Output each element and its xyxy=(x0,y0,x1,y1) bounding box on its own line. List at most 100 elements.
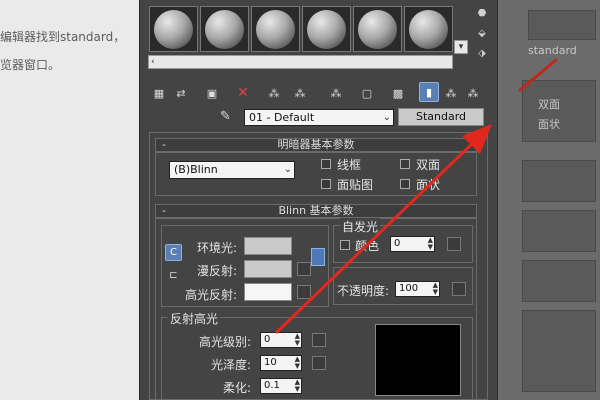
shader-params-rollout-header[interactable]: - 明暗器基本参数 xyxy=(155,138,477,152)
diffuse-map-button[interactable] xyxy=(297,262,311,276)
specular-highlights-title: 反射高光 xyxy=(168,310,221,327)
delete-icon[interactable]: ✕ xyxy=(233,83,253,103)
sample-sphere xyxy=(205,10,244,49)
glossiness-value: 10 xyxy=(264,357,277,368)
background-panel xyxy=(522,310,596,392)
scroll-down-arrow[interactable]: ▾ xyxy=(454,40,468,54)
two-sided-checkbox[interactable] xyxy=(400,159,410,169)
soften-value: 0.1 xyxy=(264,380,280,391)
background-label: 双面 xyxy=(538,98,560,111)
rollout-title: 明暗器基本参数 xyxy=(277,138,355,151)
faceted-checkbox[interactable] xyxy=(400,179,410,189)
spec-level-value: 0 xyxy=(264,334,271,345)
soften-label: 柔化: xyxy=(223,381,252,395)
put-to-scene-icon[interactable]: ⇄ xyxy=(171,83,191,103)
face-map-checkbox[interactable] xyxy=(321,179,331,189)
opacity-label: 不透明度: xyxy=(337,284,390,298)
sample-sphere xyxy=(307,10,346,49)
background-label: 面状 xyxy=(538,118,560,131)
material-type-button[interactable]: Standard xyxy=(398,108,484,126)
face-map-label: 面贴图 xyxy=(337,178,374,192)
get-material-icon[interactable]: ▦ xyxy=(149,83,169,103)
backlight-icon[interactable]: ⬙ xyxy=(474,28,490,42)
background-panel xyxy=(522,160,596,202)
self-illum-spinner[interactable]: 0 ▲ ▼ xyxy=(390,236,435,252)
link-diffuse-specular-icon[interactable]: ⊏ xyxy=(165,267,182,284)
two-sided-label: 双面 xyxy=(416,158,441,172)
ambient-label: 环境光: xyxy=(197,241,238,255)
background-text-line: 编辑器找到standard， xyxy=(0,30,126,44)
assign-icon[interactable]: ▣ xyxy=(202,83,222,103)
background-icon[interactable]: ▩ xyxy=(388,83,408,103)
self-illum-color-checkbox[interactable] xyxy=(340,240,350,250)
pick-icon[interactable]: ⁂ xyxy=(326,83,346,103)
background-label: standard xyxy=(528,44,577,57)
sample-slot[interactable] xyxy=(404,6,453,52)
background-pattern-icon[interactable]: ⬗ xyxy=(474,48,490,62)
self-illumination-title: 自发光 xyxy=(340,218,381,235)
faceted-label: 面状 xyxy=(416,178,441,192)
highlight-curve-preview xyxy=(375,324,461,396)
specular-map-button[interactable] xyxy=(297,285,311,299)
sample-sphere xyxy=(409,10,448,49)
copy-icon[interactable]: ⁂ xyxy=(264,83,284,103)
spinner-arrows-icon[interactable]: ▲ ▼ xyxy=(433,282,438,296)
go-sibling-icon[interactable]: ⁂ xyxy=(463,83,483,103)
background-editor: standard 双面 面状 xyxy=(498,0,600,400)
spinner-arrows-icon[interactable]: ▲ ▼ xyxy=(295,379,300,393)
opacity-map-button[interactable] xyxy=(452,282,466,296)
sample-sphere xyxy=(358,10,397,49)
spinner-arrows-icon[interactable]: ▲ ▼ xyxy=(295,356,300,370)
chevron-left-icon[interactable]: ‹ xyxy=(151,56,155,68)
shader-type-value: (B)Blinn xyxy=(174,163,218,176)
opacity-spinner[interactable]: 100 ▲ ▼ xyxy=(395,281,440,297)
wire-label: 线框 xyxy=(337,158,362,172)
glossiness-map-button[interactable] xyxy=(312,356,326,370)
background-panel xyxy=(528,10,596,40)
diffuse-color-swatch[interactable] xyxy=(244,260,292,278)
diffuse-label: 漫反射: xyxy=(197,264,238,278)
sample-slot[interactable] xyxy=(302,6,351,52)
link-ambient-diffuse-icon[interactable]: C xyxy=(165,244,182,261)
soften-spinner[interactable]: 0.1 ▲ ▼ xyxy=(260,378,302,394)
color-label: 颜色 xyxy=(355,239,380,253)
background-document: 编辑器找到standard， 览器窗口。 xyxy=(0,0,140,400)
show-map-icon[interactable]: ▢ xyxy=(357,83,377,103)
eyedropper-icon[interactable]: ✎ xyxy=(220,109,236,125)
background-panel xyxy=(522,260,596,302)
go-parent-icon[interactable]: ⁂ xyxy=(441,83,461,103)
blinn-params-rollout-header[interactable]: - Blinn 基本参数 xyxy=(155,204,477,218)
glossiness-spinner[interactable]: 10 ▲ ▼ xyxy=(260,355,302,371)
spec-level-label: 高光级别: xyxy=(199,335,252,349)
sample-sphere xyxy=(256,10,295,49)
sample-sphere xyxy=(154,10,193,49)
self-illum-value: 0 xyxy=(394,238,401,249)
show-end-icon[interactable]: ▮ xyxy=(419,82,439,102)
sample-slot[interactable] xyxy=(353,6,402,52)
sample-slot[interactable] xyxy=(149,6,198,52)
spinner-arrows-icon[interactable]: ▲ ▼ xyxy=(295,333,300,347)
spec-level-map-button[interactable] xyxy=(312,333,326,347)
specular-label: 高光反射: xyxy=(185,288,238,302)
ambient-color-swatch[interactable] xyxy=(244,237,292,255)
chevron-down-icon: ⌄ xyxy=(283,164,292,175)
background-text-line: 览器窗口。 xyxy=(0,58,61,72)
self-illum-map-button[interactable] xyxy=(447,237,461,251)
sample-type-icon[interactable]: ⬣ xyxy=(474,8,490,22)
spinner-arrows-icon[interactable]: ▲ ▼ xyxy=(428,237,433,251)
lock-icon[interactable] xyxy=(311,248,325,266)
specular-color-swatch[interactable] xyxy=(244,283,292,301)
chevron-down-icon: ⌄ xyxy=(382,112,391,123)
spec-level-spinner[interactable]: 0 ▲ ▼ xyxy=(260,332,302,348)
sample-slot[interactable] xyxy=(200,6,249,52)
material-name-value: 01 - Default xyxy=(249,111,315,124)
horizontal-scrollbar[interactable]: ‹ xyxy=(148,55,453,69)
shader-type-dropdown[interactable]: (B)Blinn ⌄ xyxy=(169,161,295,179)
material-editor-dialog: ▾ ‹ ⬣ ⬙ ⬗ ▦ ⇄ ▣ ✕ ⁂ ⁂ ⁂ ▢ ▩ ▮ ⁂ ⁂ ✎ 01 -… xyxy=(139,0,498,400)
sample-slot[interactable] xyxy=(251,6,300,52)
glossiness-label: 光泽度: xyxy=(211,358,252,372)
unique-icon[interactable]: ⁂ xyxy=(290,83,310,103)
wire-checkbox[interactable] xyxy=(321,159,331,169)
material-name-field[interactable]: 01 - Default ⌄ xyxy=(244,109,394,126)
rollout-title: Blinn 基本参数 xyxy=(278,204,354,217)
